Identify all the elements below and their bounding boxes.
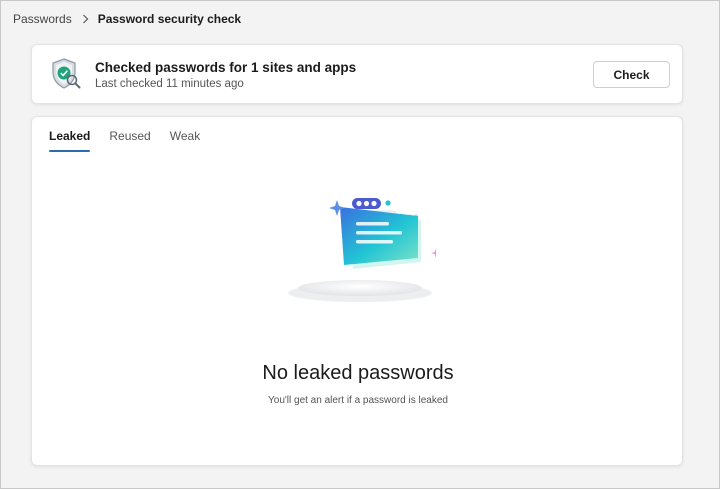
check-button[interactable]: Check [593, 61, 670, 88]
empty-state-subtitle: You'll get an alert if a password is lea… [268, 395, 448, 406]
tab-weak[interactable]: Weak [170, 129, 200, 152]
tab-reused[interactable]: Reused [109, 129, 150, 152]
tab-leaked[interactable]: Leaked [49, 129, 91, 152]
breadcrumb: Passwords Password security check [13, 12, 241, 26]
results-card: Leaked Reused Weak No leaked passwords Y… [31, 116, 683, 466]
summary-card: Checked passwords for 1 sites and apps L… [31, 44, 683, 104]
empty-state-title: No leaked passwords [262, 362, 454, 384]
chevron-right-icon [82, 14, 89, 24]
last-checked-text: Last checked 11 minutes ago [95, 78, 244, 90]
summary-title: Checked passwords for 1 sites and apps [95, 60, 357, 75]
no-leaks-illustration [284, 189, 441, 309]
tab-bar: Leaked Reused Weak [49, 129, 219, 152]
breadcrumb-passwords-link[interactable]: Passwords [13, 12, 72, 26]
shield-check-icon [50, 57, 82, 91]
page-title: Password security check [97, 12, 242, 26]
